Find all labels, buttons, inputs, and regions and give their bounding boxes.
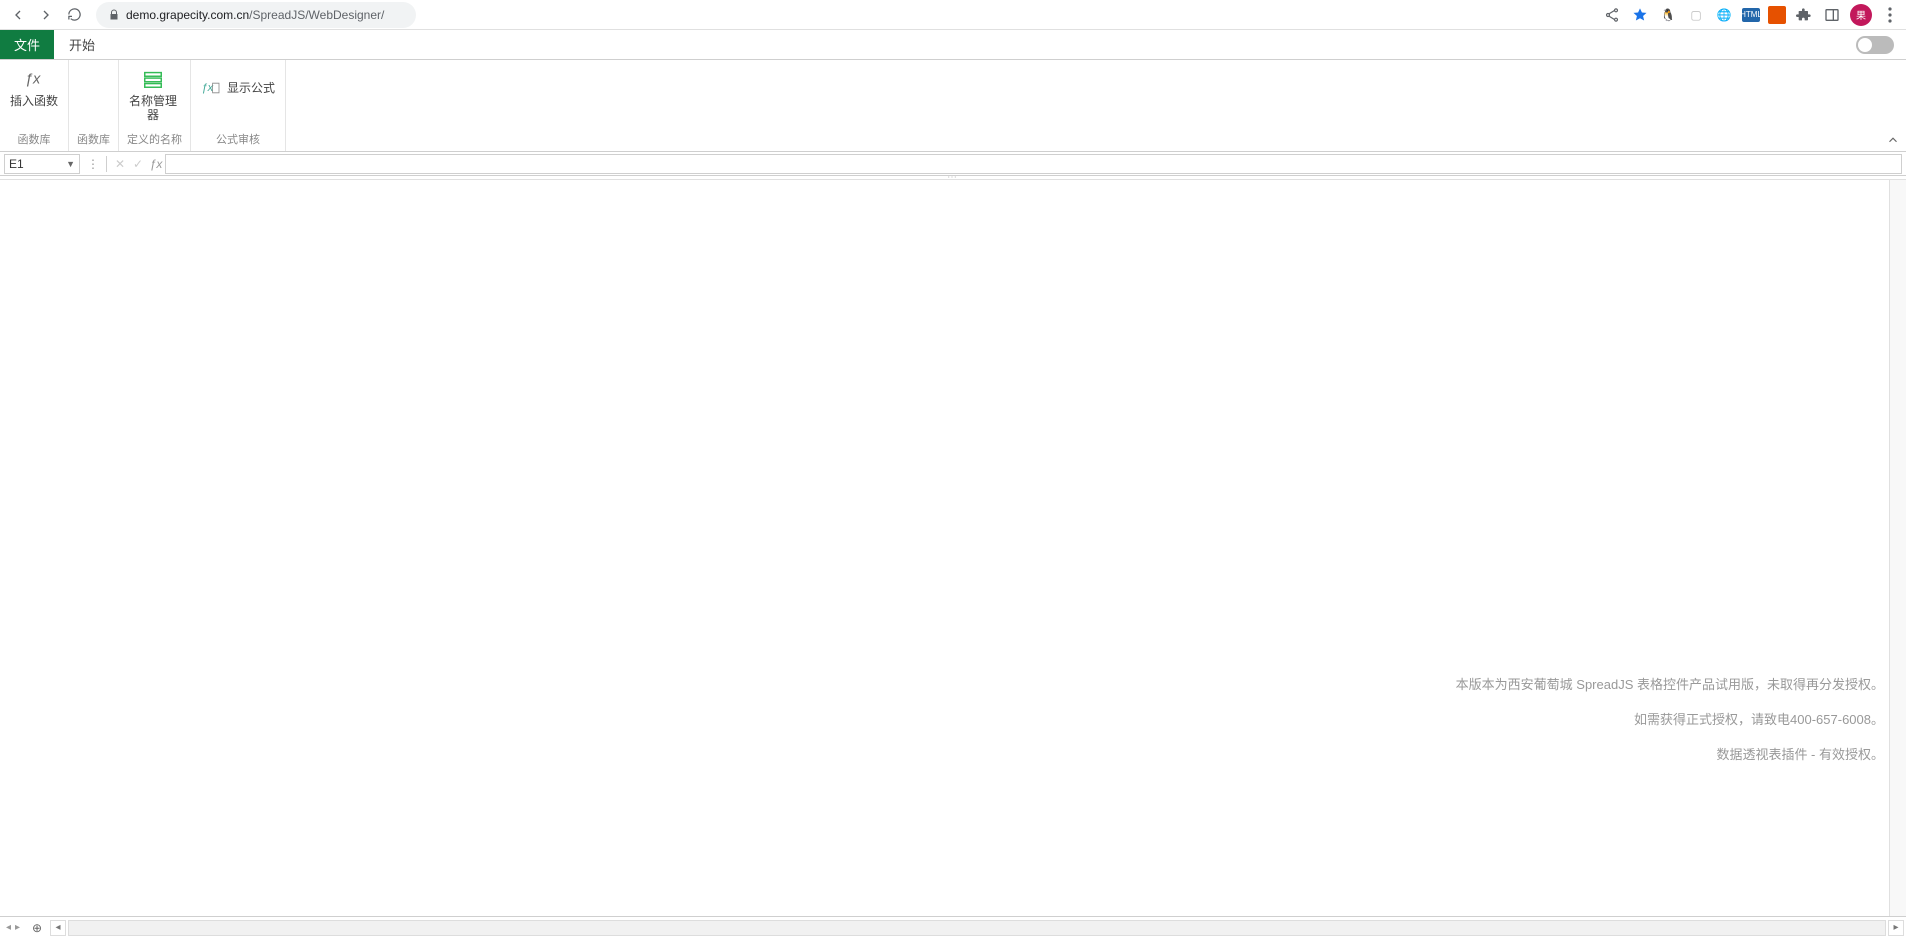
ribbon-group-audit: ƒx 显示公式 公式审核: [191, 60, 286, 151]
file-tab[interactable]: 文件: [0, 30, 54, 59]
ext-icon-2[interactable]: ▢: [1686, 5, 1706, 25]
ribbon-group-names: 名称管理 器 定义的名称: [119, 60, 191, 151]
ext-icon-5[interactable]: [1768, 6, 1786, 24]
show-formulas-button[interactable]: ƒx 显示公式: [199, 64, 277, 98]
browser-actions: 🐧 ▢ 🌐 HTML 果: [1602, 4, 1900, 26]
license-line-3: 数据透视表插件 - 有效授权。: [1716, 740, 1884, 770]
last-sheet-button[interactable]: ▸: [15, 922, 20, 933]
cancel-formula-icon[interactable]: ✕: [111, 157, 129, 171]
horizontal-scrollbar[interactable]: ◂ ▸: [48, 920, 1906, 936]
license-line-1: 本版本为西安葡萄城 SpreadJS 表格控件产品试用版，未取得再分发授权。: [1456, 670, 1884, 700]
collapse-ribbon-icon[interactable]: [1886, 133, 1900, 147]
fb-more-icon[interactable]: ⋮: [84, 157, 102, 171]
reload-button[interactable]: [62, 3, 86, 27]
vertical-scrollbar[interactable]: [1889, 180, 1906, 916]
ribbon-group-insertfn: ƒx 插入函数 函数库: [0, 60, 69, 151]
ribbon-tab-0[interactable]: 开始: [54, 30, 110, 59]
browser-chrome: demo.grapecity.com.cn/SpreadJS/WebDesign…: [0, 0, 1906, 30]
ext-icon-1[interactable]: 🐧: [1658, 5, 1678, 25]
show-formulas-icon: ƒx: [201, 80, 221, 96]
group-label: 函数库: [77, 129, 110, 151]
ribbon: ƒx 插入函数 函数库 函数库 名称管理 器 定义的名称 ƒx 显示公式 公式审…: [0, 60, 1906, 152]
sheet-tab-bar: ◂ ▸ ⊕ ◂ ▸: [0, 916, 1906, 938]
ext-icon-3[interactable]: 🌐: [1714, 5, 1734, 25]
name-manager-icon: [142, 66, 164, 92]
url-host: demo.grapecity.com.cn/SpreadJS/WebDesign…: [126, 8, 384, 22]
tab-nav: ◂ ▸: [0, 922, 26, 933]
side-panel-icon[interactable]: [1822, 5, 1842, 25]
extensions-icon[interactable]: [1794, 5, 1814, 25]
ext-icon-4[interactable]: HTML: [1742, 8, 1760, 22]
svg-text:ƒx: ƒx: [25, 72, 41, 88]
share-icon[interactable]: [1602, 5, 1622, 25]
group-label: 函数库: [8, 129, 60, 151]
fx-icon[interactable]: ƒx: [147, 157, 165, 171]
insert-function-button[interactable]: ƒx 插入函数: [8, 64, 60, 110]
enter-formula-icon[interactable]: ✓: [129, 157, 147, 171]
back-button[interactable]: [6, 3, 30, 27]
svg-text:ƒx: ƒx: [201, 82, 213, 94]
formula-input[interactable]: [165, 154, 1902, 174]
name-manager-button[interactable]: 名称管理 器: [127, 64, 179, 124]
ribbon-group-funclib: 函数库: [69, 60, 119, 151]
lock-icon: [108, 9, 120, 21]
forward-button[interactable]: [34, 3, 58, 27]
license-line-2: 如需获得正式授权，请致电400-657-6008。: [1634, 705, 1884, 735]
ribbon-tabs: 文件 开始: [0, 30, 1906, 60]
profile-avatar[interactable]: 果: [1850, 4, 1872, 26]
fx-icon: ƒx: [23, 66, 45, 92]
bookmark-star-icon[interactable]: [1630, 5, 1650, 25]
kebab-menu-icon[interactable]: [1880, 5, 1900, 25]
sheet-area: 本版本为西安葡萄城 SpreadJS 表格控件产品试用版，未取得再分发授权。 如…: [0, 180, 1906, 916]
group-label: 定义的名称: [127, 129, 182, 151]
blank-area: [0, 180, 1889, 916]
address-bar[interactable]: demo.grapecity.com.cn/SpreadJS/WebDesign…: [96, 2, 416, 28]
scroll-right-button[interactable]: ▸: [1888, 920, 1904, 936]
group-label: 公式审核: [199, 129, 277, 151]
add-sheet-button[interactable]: ⊕: [26, 921, 48, 935]
name-box[interactable]: E1▼: [4, 154, 80, 174]
chevron-down-icon: ▼: [66, 159, 75, 169]
scroll-left-button[interactable]: ◂: [50, 920, 66, 936]
first-sheet-button[interactable]: ◂: [6, 922, 11, 933]
theme-toggle[interactable]: [1856, 30, 1906, 59]
